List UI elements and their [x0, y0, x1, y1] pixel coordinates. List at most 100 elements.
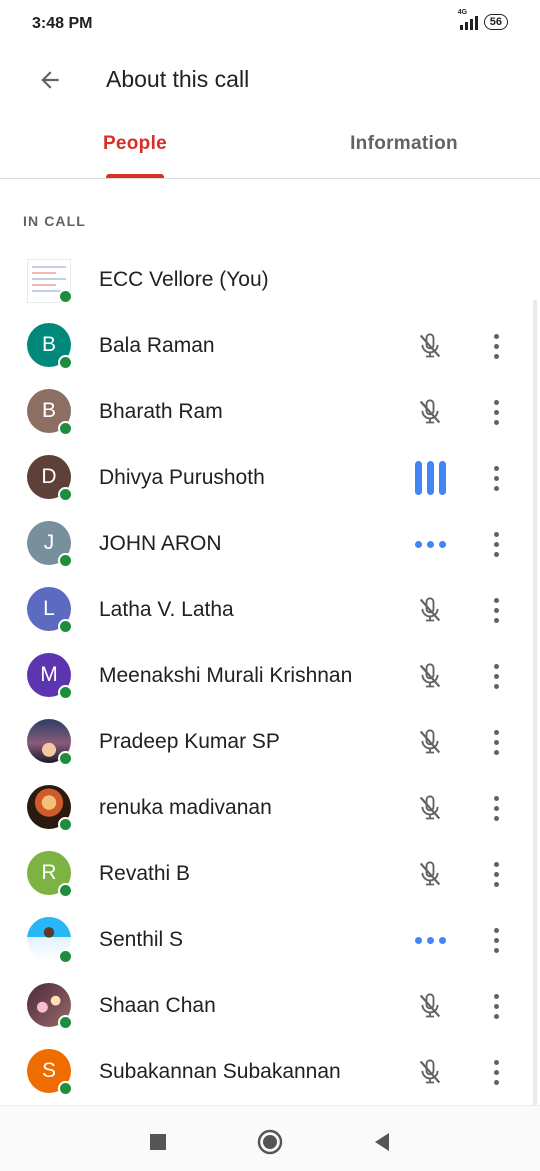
participant-name: Latha V. Latha — [99, 598, 234, 621]
mic-status[interactable] — [410, 459, 450, 497]
participant-name: Bharath Ram — [99, 400, 223, 423]
circle-home-icon — [257, 1129, 283, 1155]
app-bar: About this call — [0, 50, 540, 110]
more-options-button[interactable] — [478, 590, 514, 630]
mic-off-icon — [419, 861, 441, 886]
system-nav-bar — [0, 1105, 540, 1171]
audio-level-dots-icon — [414, 540, 446, 548]
participant-name: ECC Vellore (You) — [99, 268, 269, 291]
participant-name: JOHN ARON — [99, 532, 222, 555]
more-options-button[interactable] — [478, 458, 514, 498]
participant-row[interactable]: Pradeep Kumar SP — [0, 709, 540, 775]
participant-row[interactable]: M Meenakshi Murali Krishnan — [0, 643, 540, 709]
mic-status[interactable] — [410, 855, 450, 893]
network-type: 4G — [457, 9, 468, 16]
status-time: 3:48 PM — [32, 15, 93, 32]
participant-list: ECC Vellore (You) B Bala Raman B Bharath Ram… — [0, 247, 540, 1105]
participant-row[interactable]: Shaan Chan — [0, 973, 540, 1039]
avatar-letter: L — [43, 597, 55, 620]
tab-information[interactable]: Information — [330, 118, 478, 178]
mic-status[interactable] — [410, 525, 450, 563]
avatar-letter: B — [41, 333, 56, 356]
mic-status[interactable] — [410, 393, 450, 431]
avatar-letter: R — [41, 861, 57, 884]
presence-indicator — [58, 817, 73, 832]
more-options-button[interactable] — [478, 326, 514, 366]
participant-name: Senthil S — [99, 928, 184, 951]
back-nav-button[interactable] — [362, 1122, 402, 1162]
participant-row[interactable]: ECC Vellore (You) — [0, 247, 540, 313]
presence-indicator — [58, 619, 73, 634]
presence-indicator — [58, 949, 73, 964]
presence-indicator — [58, 553, 73, 568]
arrow-back-icon — [41, 71, 59, 89]
mic-status[interactable] — [410, 987, 450, 1025]
more-options-button[interactable] — [478, 722, 514, 762]
mic-off-icon — [419, 993, 441, 1018]
more-options-button[interactable] — [478, 788, 514, 828]
page-title: About this call — [106, 66, 250, 92]
tab-people[interactable]: People — [88, 118, 182, 178]
more-vert-icon — [493, 925, 499, 955]
more-vert-icon — [493, 529, 499, 559]
participant-row[interactable]: Senthil S — [0, 907, 540, 973]
scrollbar[interactable] — [533, 300, 537, 1105]
triangle-back-icon — [375, 1133, 389, 1151]
more-options-button[interactable] — [478, 920, 514, 960]
avatar-letter: D — [41, 465, 57, 488]
mic-status[interactable] — [410, 921, 450, 959]
avatar-letter: M — [40, 663, 58, 686]
avatar-letter: S — [41, 1059, 56, 1082]
mic-status[interactable] — [410, 723, 450, 761]
more-vert-icon — [493, 463, 499, 493]
audio-level-dots-icon — [414, 936, 446, 944]
recents-button[interactable] — [138, 1122, 178, 1162]
more-vert-icon — [493, 595, 499, 625]
presence-indicator — [58, 883, 73, 898]
mic-off-icon — [419, 795, 441, 820]
mic-status[interactable] — [410, 327, 450, 365]
participant-row[interactable]: J JOHN ARON — [0, 511, 540, 577]
participant-row[interactable]: renuka madivanan — [0, 775, 540, 841]
participant-name: Revathi B — [99, 862, 191, 885]
mic-status[interactable] — [410, 657, 450, 695]
more-options-button[interactable] — [478, 656, 514, 696]
presence-indicator — [58, 685, 73, 700]
mic-off-icon — [419, 1059, 441, 1084]
mic-status[interactable] — [410, 789, 450, 827]
signal-icon: 4G — [458, 9, 478, 30]
tab-bar: People Information — [0, 118, 540, 179]
mic-off-icon — [419, 597, 441, 622]
presence-indicator — [58, 1081, 73, 1096]
more-vert-icon — [493, 1057, 499, 1087]
more-options-button[interactable] — [478, 524, 514, 564]
participant-name: Subakannan Subakannan — [99, 1060, 341, 1083]
mic-status[interactable] — [410, 591, 450, 629]
more-vert-icon — [493, 793, 499, 823]
avatar-letter: J — [43, 531, 55, 554]
status-bar: 3:48 PM 4G 56 — [0, 0, 540, 50]
home-button[interactable] — [250, 1122, 290, 1162]
participant-row[interactable]: L Latha V. Latha — [0, 577, 540, 643]
participant-row[interactable]: S Subakannan Subakannan — [0, 1039, 540, 1105]
mic-status[interactable] — [410, 1053, 450, 1091]
mic-off-icon — [419, 729, 441, 754]
more-options-button[interactable] — [478, 392, 514, 432]
participant-row[interactable]: D Dhivya Purushoth — [0, 445, 540, 511]
back-button[interactable] — [28, 58, 72, 102]
avatar-letter: B — [41, 399, 56, 422]
presence-indicator — [58, 1015, 73, 1030]
mic-off-icon — [419, 333, 441, 358]
participant-name: Dhivya Purushoth — [99, 466, 265, 489]
participant-row[interactable]: B Bala Raman — [0, 313, 540, 379]
more-options-button[interactable] — [478, 986, 514, 1026]
participant-name: renuka madivanan — [99, 796, 272, 819]
participant-row[interactable]: R Revathi B — [0, 841, 540, 907]
participant-row[interactable]: B Bharath Ram — [0, 379, 540, 445]
mic-off-icon — [419, 663, 441, 688]
participant-name: Meenakshi Murali Krishnan — [99, 664, 353, 687]
more-vert-icon — [493, 661, 499, 691]
presence-indicator — [58, 289, 73, 304]
more-options-button[interactable] — [478, 1052, 514, 1092]
more-options-button[interactable] — [478, 854, 514, 894]
